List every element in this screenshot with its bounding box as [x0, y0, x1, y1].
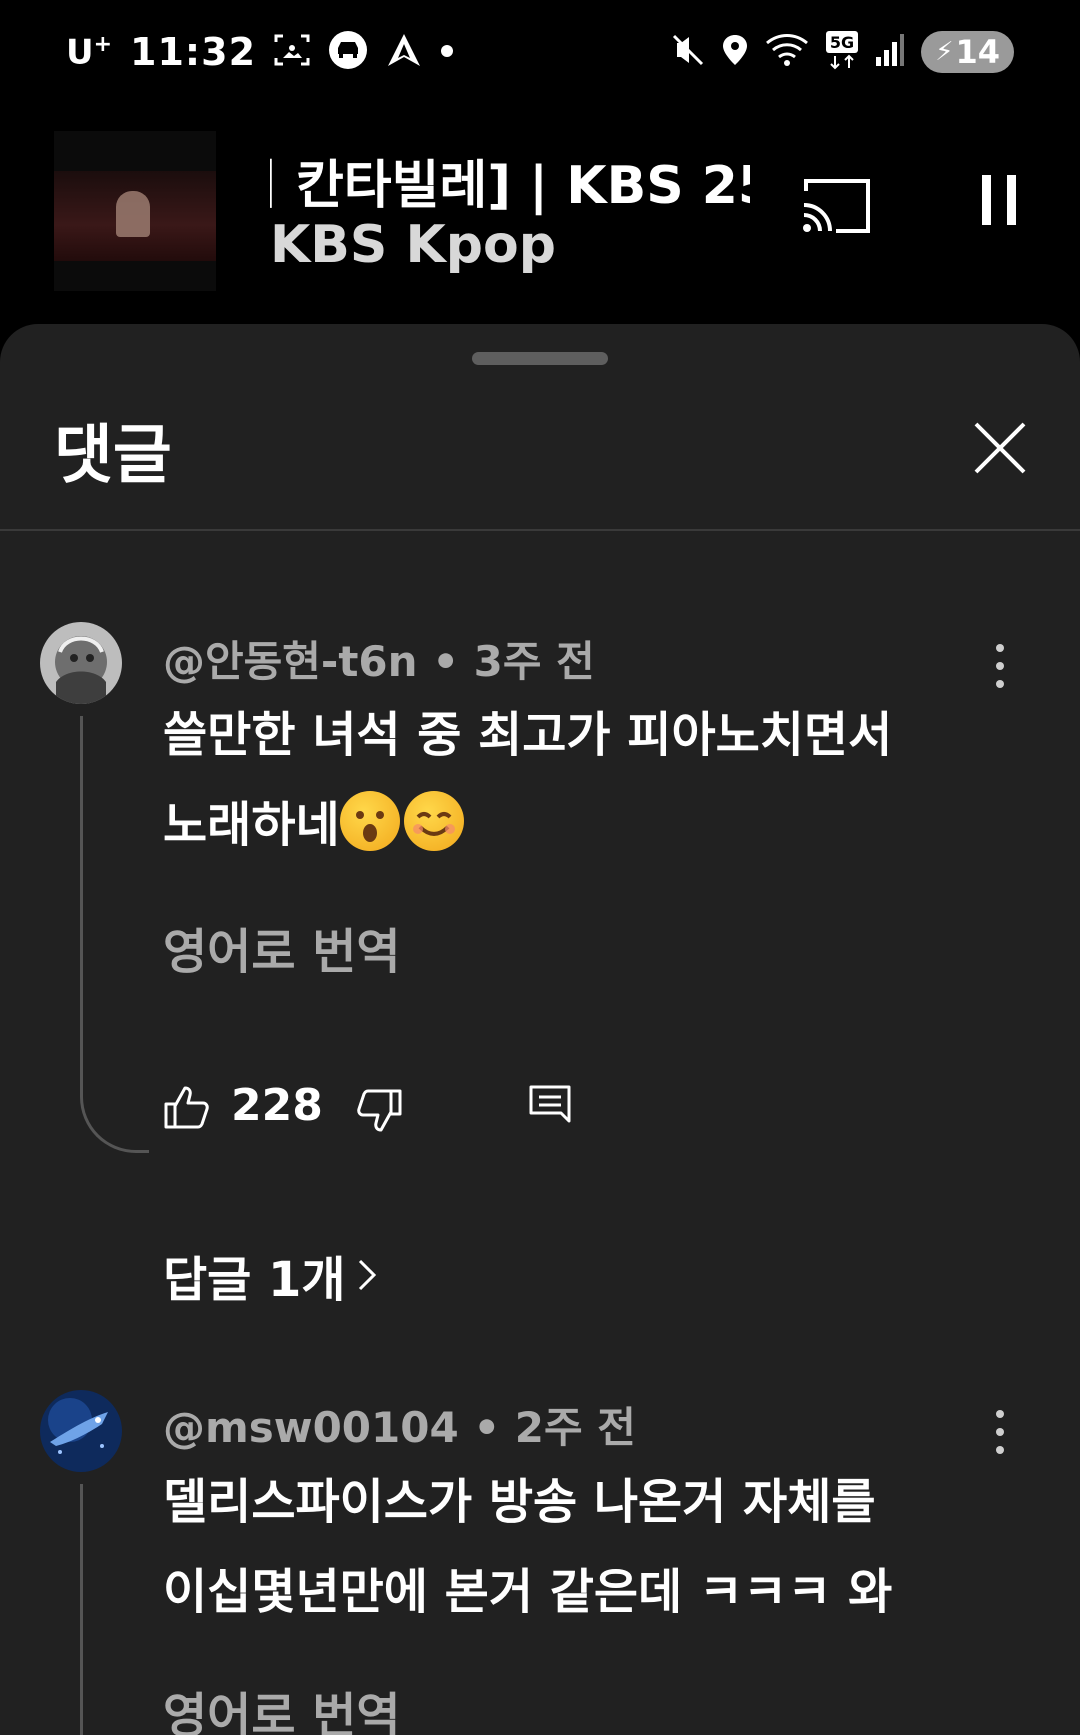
video-thumbnail[interactable]	[54, 131, 216, 291]
dislike-button[interactable]	[355, 1088, 403, 1134]
thread-curve	[80, 1094, 149, 1153]
clock: 11:32	[130, 30, 257, 74]
translate-link[interactable]: 영어로 번역	[163, 1676, 401, 1735]
mini-player-channel: KBS Kpop	[270, 215, 556, 275]
mini-player-title[interactable]: 의 칸타빌레] | KBS 250	[270, 143, 750, 218]
thumbs-down-icon	[357, 1089, 402, 1132]
avatar[interactable]	[40, 622, 122, 704]
surprised-face-emoji-icon	[339, 791, 400, 851]
smiling-face-emoji-icon	[403, 791, 464, 851]
sheet-title: 댓글	[54, 419, 172, 493]
battery-indicator: ⚡ 14	[921, 31, 1014, 73]
carrier-label: U+	[66, 31, 113, 73]
comment-text: 델리스파이스가 방송 나온거 자체를 이십몇년만에 본거 같은데 ㅋㅋㅋ 와	[163, 1474, 893, 1620]
more-options-button[interactable]	[990, 642, 1010, 690]
translate-link[interactable]: 영어로 번역	[163, 912, 401, 982]
signal-icon	[875, 33, 905, 71]
thread-line	[80, 716, 83, 1096]
wifi-icon	[765, 33, 809, 71]
comment-time: 3주 전	[473, 637, 595, 686]
reply-button[interactable]	[528, 1084, 572, 1130]
comments-sheet: 댓글 @안동현-t6n • 3주 전 쓸만한 녀석 중 최고가 피아노치면서 노…	[0, 324, 1080, 1735]
pause-button[interactable]	[976, 175, 1022, 231]
replies-link[interactable]: 답글 1개	[163, 1240, 380, 1310]
network-5g-icon: 5G	[825, 30, 859, 74]
close-button[interactable]	[972, 420, 1028, 476]
thread-line	[80, 1484, 83, 1735]
notification-dot-icon	[440, 43, 454, 62]
thumbs-up-icon	[164, 1086, 209, 1129]
comment-meta: @안동현-t6n • 3주 전	[163, 637, 595, 686]
cast-button[interactable]	[800, 175, 874, 235]
comment-author[interactable]: @안동현-t6n	[163, 637, 418, 686]
reply-comment-icon	[529, 1085, 571, 1123]
screenshot-icon	[274, 33, 310, 71]
comment-actions: 228	[163, 1076, 763, 1136]
navigation-app-icon	[386, 32, 422, 72]
mute-icon	[671, 33, 705, 71]
like-count: 228	[231, 1080, 323, 1131]
mini-player[interactable]: 의 칸타빌레] | KBS 250 KBS Kpop	[0, 115, 1080, 315]
comment-meta: @msw00104 • 2주 전	[163, 1403, 636, 1452]
drag-handle[interactable]	[472, 352, 608, 365]
divider	[0, 529, 1080, 531]
comment-author[interactable]: @msw00104	[163, 1403, 459, 1452]
location-icon	[721, 33, 749, 71]
charging-icon: ⚡	[935, 37, 954, 67]
status-bar: U+ 11:32 5G ⚡ 14	[0, 0, 1080, 115]
like-button[interactable]	[163, 1084, 211, 1130]
svg-text:5G: 5G	[830, 33, 854, 52]
comment-time: 2주 전	[514, 1403, 636, 1452]
chevron-right-icon	[358, 1259, 376, 1291]
close-icon	[974, 422, 1026, 474]
more-options-button[interactable]	[990, 1408, 1010, 1456]
avatar[interactable]	[40, 1390, 122, 1472]
car-icon	[328, 30, 368, 74]
comment-text: 쓸만한 녀석 중 최고가 피아노치면서 노래하네	[163, 707, 893, 853]
